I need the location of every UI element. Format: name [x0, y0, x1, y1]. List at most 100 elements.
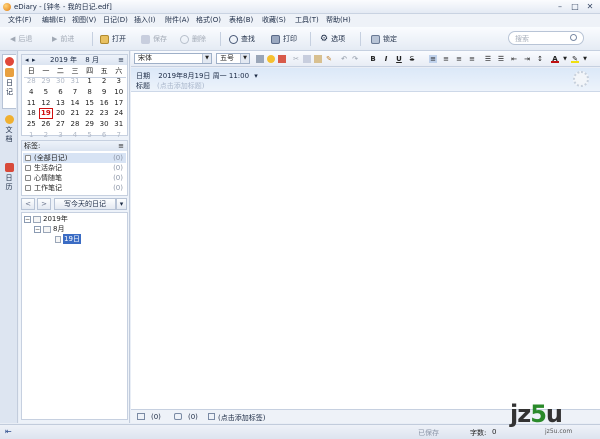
- calendar-day[interactable]: 3: [111, 76, 126, 87]
- calendar-day[interactable]: 10: [111, 87, 126, 98]
- search-icon[interactable]: [570, 34, 577, 41]
- paste-icon[interactable]: [314, 55, 322, 63]
- calendar-day[interactable]: 15: [82, 98, 97, 109]
- menu-format[interactable]: 格式(O): [196, 15, 221, 25]
- calendar-day[interactable]: 18: [24, 108, 39, 119]
- table-icon[interactable]: [278, 55, 286, 63]
- menu-favorites[interactable]: 收藏(S): [262, 15, 286, 25]
- calendar-month[interactable]: 8 月: [85, 56, 99, 64]
- prev-day-button[interactable]: <: [21, 198, 35, 210]
- tag-item-all[interactable]: (全部日记) (0): [23, 153, 126, 163]
- prev-month-button[interactable]: ◂: [25, 55, 29, 65]
- write-today-button[interactable]: 写今天的日记: [54, 198, 116, 210]
- tab-diary[interactable]: 日记: [2, 54, 16, 109]
- align-justify-icon[interactable]: ≡: [468, 55, 476, 63]
- entry-title-input[interactable]: (点击添加标题): [157, 81, 204, 91]
- next-day-button[interactable]: >: [37, 198, 51, 210]
- calendar-day-today[interactable]: 19: [38, 108, 54, 120]
- calendar-day[interactable]: 6: [53, 87, 68, 98]
- calendar-day[interactable]: 24: [111, 108, 126, 119]
- picture-icon[interactable]: [256, 55, 264, 63]
- write-today-dropdown[interactable]: ▾: [116, 198, 127, 210]
- tags-menu-icon[interactable]: ≡: [118, 141, 124, 151]
- format-brush-icon[interactable]: ✎: [325, 55, 333, 63]
- calendar-day[interactable]: 9: [97, 87, 112, 98]
- calendar-day[interactable]: 28: [24, 76, 39, 87]
- calendar-day[interactable]: 4: [24, 87, 39, 98]
- tab-calendar[interactable]: 日历: [2, 161, 16, 205]
- underline-icon[interactable]: U: [395, 55, 403, 63]
- calendar-day[interactable]: 8: [82, 87, 97, 98]
- close-button[interactable]: ✕: [585, 2, 595, 11]
- font-select[interactable]: 宋体 ▼: [134, 53, 212, 64]
- add-tag-link[interactable]: (点击添加标签): [218, 413, 265, 423]
- attachment-icon[interactable]: [137, 413, 145, 420]
- calendar-day[interactable]: 30: [97, 119, 112, 130]
- copy-icon[interactable]: [303, 55, 311, 63]
- line-spacing-icon[interactable]: ↕: [536, 55, 544, 63]
- calendar-day[interactable]: 21: [68, 108, 83, 119]
- back-button[interactable]: ◀ 后退: [10, 33, 32, 45]
- numbered-list-icon[interactable]: ☰: [484, 55, 492, 63]
- calendar-day[interactable]: 23: [97, 108, 112, 119]
- calendar-year[interactable]: 2019 年: [50, 56, 77, 64]
- bullet-list-icon[interactable]: ☰: [497, 55, 505, 63]
- calendar-day[interactable]: 22: [82, 108, 97, 119]
- tree-day-node[interactable]: 19日: [55, 234, 81, 244]
- tag-item-mood[interactable]: 心情随笔 (0): [23, 173, 126, 183]
- redo-icon[interactable]: ↷: [351, 55, 359, 63]
- calendar-day[interactable]: 2: [97, 76, 112, 87]
- menu-insert[interactable]: 插入(I): [134, 15, 156, 25]
- weather-icon[interactable]: [573, 71, 589, 87]
- menu-table[interactable]: 表格(B): [229, 15, 253, 25]
- calendar-day[interactable]: 31: [68, 76, 83, 87]
- menu-tools[interactable]: 工具(T): [295, 15, 319, 25]
- chevron-down-icon[interactable]: ▼: [581, 55, 589, 63]
- cut-icon[interactable]: ✂: [292, 55, 300, 63]
- menu-view[interactable]: 视图(V): [72, 15, 96, 25]
- forward-button[interactable]: ▶ 前进: [52, 33, 74, 45]
- print-button[interactable]: 打印: [271, 33, 297, 45]
- menu-file[interactable]: 文件(F): [8, 15, 32, 25]
- strikethrough-icon[interactable]: S: [408, 55, 416, 63]
- calendar-day[interactable]: 16: [97, 98, 112, 109]
- calendar-day[interactable]: 5: [39, 87, 54, 98]
- calendar-day[interactable]: 17: [111, 98, 126, 109]
- collapse-panel-icon[interactable]: ⇤: [5, 427, 12, 436]
- calendar-day[interactable]: 31: [111, 119, 126, 130]
- next-month-button[interactable]: ▸: [32, 55, 36, 65]
- tree-year-node[interactable]: −2019年: [24, 214, 68, 224]
- minimize-button[interactable]: –: [555, 2, 565, 11]
- tag-item-work[interactable]: 工作笔记 (0): [23, 183, 126, 193]
- calendar-day[interactable]: 20: [53, 108, 68, 119]
- calendar-day[interactable]: 29: [82, 119, 97, 130]
- save-button[interactable]: 保存: [141, 33, 167, 45]
- highlight-icon[interactable]: ✎: [571, 55, 579, 63]
- menu-diary[interactable]: 日记(D): [103, 15, 128, 25]
- open-button[interactable]: 打开: [100, 33, 126, 45]
- calendar-day[interactable]: 27: [53, 119, 68, 130]
- entry-date[interactable]: 日期 2019年8月19日 周一 11:00 ▾: [136, 71, 258, 81]
- undo-icon[interactable]: ↶: [340, 55, 348, 63]
- chevron-down-icon[interactable]: ▼: [561, 55, 569, 63]
- tab-docs[interactable]: 文档: [2, 113, 16, 157]
- tag-item-life[interactable]: 生活杂记 (0): [23, 163, 126, 173]
- menu-edit[interactable]: 编辑(E): [42, 15, 66, 25]
- font-color-icon[interactable]: A: [551, 55, 559, 63]
- indent-icon[interactable]: ⇥: [523, 55, 531, 63]
- menu-help[interactable]: 帮助(H): [326, 15, 351, 25]
- collapse-icon[interactable]: −: [24, 215, 31, 223]
- calendar-day[interactable]: 30: [53, 76, 68, 87]
- font-size-select[interactable]: 五号 ▼: [216, 53, 250, 64]
- align-center-icon[interactable]: ≡: [442, 55, 450, 63]
- italic-icon[interactable]: I: [382, 55, 390, 63]
- calendar-day[interactable]: 28: [68, 119, 83, 130]
- maximize-button[interactable]: □: [570, 2, 580, 11]
- align-left-icon[interactable]: ≡: [429, 55, 437, 63]
- chevron-down-icon[interactable]: ▾: [254, 72, 258, 80]
- collapse-icon[interactable]: −: [34, 225, 41, 233]
- menu-attach[interactable]: 附件(A): [165, 15, 189, 25]
- bold-icon[interactable]: B: [369, 55, 377, 63]
- calendar-day[interactable]: 14: [68, 98, 83, 109]
- delete-button[interactable]: 删除: [180, 33, 206, 45]
